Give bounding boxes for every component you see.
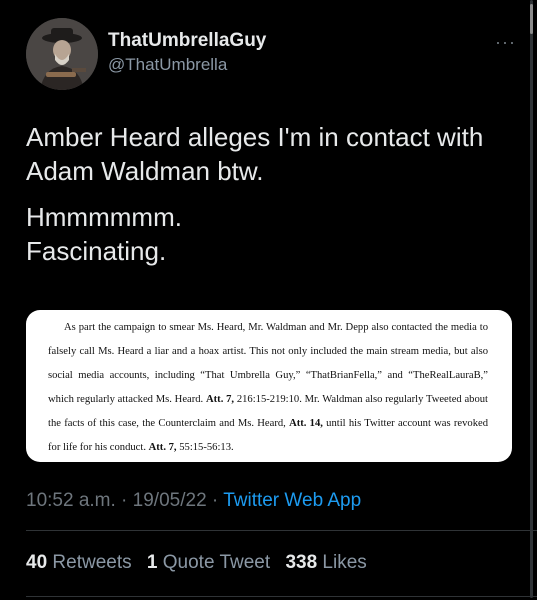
scrollbar[interactable] <box>530 0 533 598</box>
quote-label: Quote Tweet <box>162 552 271 573</box>
retweets-count: 40 <box>26 552 48 573</box>
quote-tweets-stat[interactable]: 1 Quote Tweet <box>147 552 270 573</box>
tweet-text: Amber Heard alleges I'm in contact with … <box>26 120 516 280</box>
excerpt-part-4: 55:15-56:13. <box>176 442 234 453</box>
tweet-date[interactable]: 19/05/22 <box>133 490 207 511</box>
attached-document-image[interactable]: As part the campaign to smear Ms. Heard,… <box>26 310 512 462</box>
meta-separator: · <box>115 490 133 511</box>
excerpt-att-1: Att. 7, <box>205 394 235 405</box>
scrollbar-thumb[interactable] <box>530 4 533 34</box>
tweet-stats: 40 Retweets 1 Quote Tweet 338 Likes <box>26 552 377 574</box>
document-excerpt: As part the campaign to smear Ms. Heard,… <box>48 316 488 460</box>
divider <box>26 530 537 531</box>
display-name[interactable]: ThatUmbrellaGuy <box>108 30 266 52</box>
tweet-line-3: Fascinating. <box>26 236 167 266</box>
likes-stat[interactable]: 338 Likes <box>285 552 366 573</box>
quote-count: 1 <box>146 552 158 573</box>
avatar-image <box>26 18 98 90</box>
tweet-meta: 10:52 a.m. · 19/05/22 · Twitter Web App <box>26 490 361 512</box>
excerpt-att-2: Att. 14, <box>289 418 323 429</box>
source-app-link[interactable]: Twitter Web App <box>223 490 361 511</box>
more-options-icon[interactable]: ··· <box>495 32 516 53</box>
excerpt-part-1: As part the campaign to smear Ms. Heard,… <box>48 322 488 405</box>
tweet-line-1: Amber Heard alleges I'm in contact with … <box>26 122 484 186</box>
avatar[interactable] <box>26 18 98 90</box>
likes-count: 338 <box>285 552 318 573</box>
tweet-line-2: Hmmmmmm. <box>26 202 182 232</box>
retweets-stat[interactable]: 40 Retweets <box>26 552 132 573</box>
divider <box>26 596 537 597</box>
retweets-label: Retweets <box>52 552 132 573</box>
user-handle[interactable]: @ThatUmbrella <box>108 54 266 76</box>
user-names: ThatUmbrellaGuy @ThatUmbrella <box>108 30 266 76</box>
tweet-header: ThatUmbrellaGuy @ThatUmbrella ··· <box>26 18 516 92</box>
meta-separator: · <box>206 490 224 511</box>
tweet-time[interactable]: 10:52 a.m. <box>26 490 116 511</box>
excerpt-att-3: Att. 7, <box>148 442 177 453</box>
likes-label: Likes <box>322 552 367 573</box>
